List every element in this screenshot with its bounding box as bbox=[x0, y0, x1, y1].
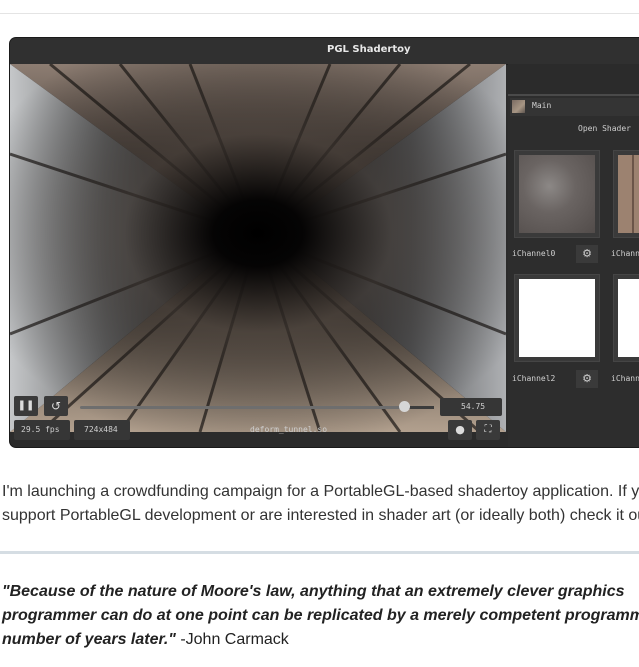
paragraph-line-1: I'm launching a crowdfunding campaign fo… bbox=[2, 483, 639, 500]
channel3-label: iChann bbox=[611, 374, 639, 383]
channel3-texture bbox=[618, 279, 639, 357]
channel0-label: iChannel0 bbox=[512, 249, 556, 258]
channel0-tile[interactable] bbox=[514, 150, 600, 238]
open-shader-button[interactable]: Open Shader bbox=[578, 124, 631, 133]
quote-line-2: programmer can do at one point can be re… bbox=[2, 607, 639, 624]
quote-line-3: number of years later." bbox=[2, 631, 176, 648]
heading-divider bbox=[0, 13, 639, 14]
channel0-texture bbox=[519, 155, 595, 233]
restart-icon[interactable]: ↺ bbox=[44, 396, 68, 416]
paragraph-line-2: support PortableGL development or are in… bbox=[2, 507, 639, 524]
window-title: PGL Shadertoy bbox=[327, 44, 411, 55]
window-titlebar[interactable]: PGL Shadertoy bbox=[10, 38, 639, 65]
time-readout: 54.75 bbox=[461, 402, 486, 411]
channel3-tile[interactable] bbox=[613, 274, 639, 362]
fps-readout: 29.5 fps bbox=[21, 425, 60, 434]
time-slider-handle[interactable] bbox=[399, 401, 410, 412]
channel2-tile[interactable] bbox=[514, 274, 600, 362]
channel1-label: iChann bbox=[611, 249, 639, 258]
page-heading-fragment bbox=[2, 0, 302, 8]
main-label: Main bbox=[532, 101, 552, 110]
carmack-quote: "Because of the nature of Moore's law, a… bbox=[2, 580, 639, 652]
time-slider-remaining bbox=[406, 406, 434, 409]
pause-icon[interactable]: ❚❚ bbox=[14, 396, 38, 416]
shadertoy-window: PGL Shadertoy Main Open Shader iChannel0… bbox=[10, 38, 639, 447]
channel1-tile[interactable] bbox=[613, 150, 639, 238]
record-icon[interactable]: ● bbox=[448, 420, 472, 440]
resolution-readout: 724x484 bbox=[84, 425, 118, 434]
shader-viewport[interactable] bbox=[10, 64, 506, 432]
channel1-texture bbox=[618, 155, 639, 233]
channel2-label: iChannel2 bbox=[512, 374, 556, 383]
shader-filename: deform_tunnel.so bbox=[250, 425, 328, 434]
fullscreen-icon[interactable]: ⛶ bbox=[476, 420, 500, 440]
main-shader-row[interactable]: Main bbox=[510, 98, 639, 116]
quote-line-1: "Because of the nature of Moore's law, a… bbox=[2, 583, 625, 600]
channel2-texture bbox=[519, 279, 595, 357]
gear-icon[interactable]: ⚙ bbox=[576, 245, 598, 263]
channel-panel: Main Open Shader iChannel0 ⚙ iChann iCha… bbox=[508, 64, 639, 447]
article-paragraph: I'm launching a crowdfunding campaign fo… bbox=[2, 480, 639, 528]
section-divider bbox=[0, 551, 639, 554]
main-thumbnail bbox=[512, 100, 525, 113]
gear-icon[interactable]: ⚙ bbox=[576, 370, 598, 388]
quote-author: -John Carmack bbox=[175, 631, 289, 648]
time-slider-track[interactable] bbox=[80, 406, 406, 409]
panel-topbar bbox=[508, 64, 639, 96]
